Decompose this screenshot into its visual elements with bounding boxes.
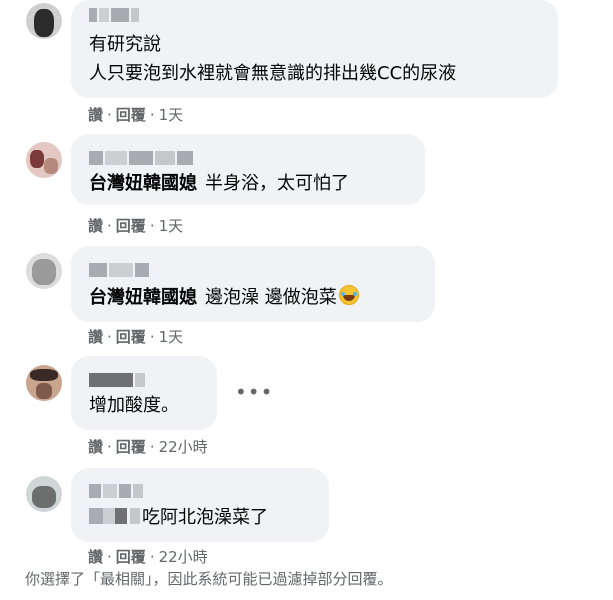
reply-link[interactable]: 回覆 bbox=[116, 438, 146, 456]
comment-time[interactable]: 1天 bbox=[159, 217, 184, 235]
commenter-avatar[interactable] bbox=[26, 253, 62, 289]
comment-text-line: 有研究說 bbox=[89, 34, 161, 55]
commenter-avatar[interactable] bbox=[26, 3, 62, 39]
commenter-name-blurred[interactable] bbox=[89, 484, 143, 498]
filter-notice: 你選擇了「最相關」，因此系統可能已過濾掉部分回覆。 bbox=[25, 570, 393, 588]
comment-bubble: 有研究說 人只要泡到水裡就會無意識的排出幾CC的尿液 bbox=[71, 0, 558, 98]
commenter-avatar[interactable] bbox=[26, 365, 62, 401]
commenter-name-blurred[interactable] bbox=[89, 151, 193, 165]
like-link[interactable]: 讚 bbox=[88, 548, 103, 566]
commenter-name-blurred[interactable] bbox=[89, 8, 139, 22]
commenter-avatar[interactable] bbox=[26, 142, 62, 178]
comment-bubble: 吃阿北泡澡菜了 bbox=[71, 468, 329, 542]
like-link[interactable]: 讚 bbox=[88, 106, 103, 124]
reply-link[interactable]: 回覆 bbox=[116, 106, 146, 124]
comment-text: 台灣妞韓國媳 半身浴，太可怕了 bbox=[89, 173, 349, 194]
like-link[interactable]: 讚 bbox=[88, 438, 103, 456]
reply-link[interactable]: 回覆 bbox=[116, 217, 146, 235]
comment-time[interactable]: 1天 bbox=[159, 106, 184, 124]
comment-bubble: 台灣妞韓國媳 邊泡澡 邊做泡菜 bbox=[71, 246, 435, 322]
comment-text: 台灣妞韓國媳 邊泡澡 邊做泡菜 bbox=[89, 282, 359, 313]
commenter-name-blurred[interactable] bbox=[89, 373, 145, 387]
commenter-avatar[interactable] bbox=[26, 476, 62, 512]
reply-link[interactable]: 回覆 bbox=[116, 328, 146, 346]
comment-text-line: 人只要泡到水裡就會無意識的排出幾CC的尿液 bbox=[89, 63, 457, 84]
comment-text: 吃阿北泡澡菜了 bbox=[89, 502, 268, 534]
comment-time[interactable]: 22小時 bbox=[159, 438, 208, 456]
like-link[interactable]: 讚 bbox=[88, 328, 103, 346]
comment-meta: 讚 · 回覆 · 1天 bbox=[88, 217, 184, 235]
like-link[interactable]: 讚 bbox=[88, 217, 103, 235]
laughing-crying-emoji-icon bbox=[338, 285, 359, 305]
comment-meta: 讚 · 回覆 · 22小時 bbox=[88, 548, 208, 566]
comment-bubble: 增加酸度。 bbox=[71, 356, 217, 430]
comment-time[interactable]: 22小時 bbox=[159, 548, 208, 566]
comment-meta: 讚 · 回覆 · 22小時 bbox=[88, 438, 208, 456]
reply-link[interactable]: 回覆 bbox=[116, 548, 146, 566]
tagged-page-link[interactable]: 台灣妞韓國媳 bbox=[89, 173, 197, 194]
tagged-page-link[interactable]: 台灣妞韓國媳 bbox=[89, 287, 197, 308]
comment-meta: 讚 · 回覆 · 1天 bbox=[88, 328, 184, 346]
more-options-icon[interactable]: ••• bbox=[235, 380, 273, 404]
comment-bubble: 台灣妞韓國媳 半身浴，太可怕了 bbox=[71, 134, 425, 205]
comment-text: 增加酸度。 bbox=[89, 395, 179, 416]
blurred-mention[interactable] bbox=[89, 503, 140, 534]
commenter-name-blurred[interactable] bbox=[89, 263, 149, 277]
comment-time[interactable]: 1天 bbox=[159, 328, 184, 346]
comment-meta: 讚 · 回覆 · 1天 bbox=[88, 106, 184, 124]
